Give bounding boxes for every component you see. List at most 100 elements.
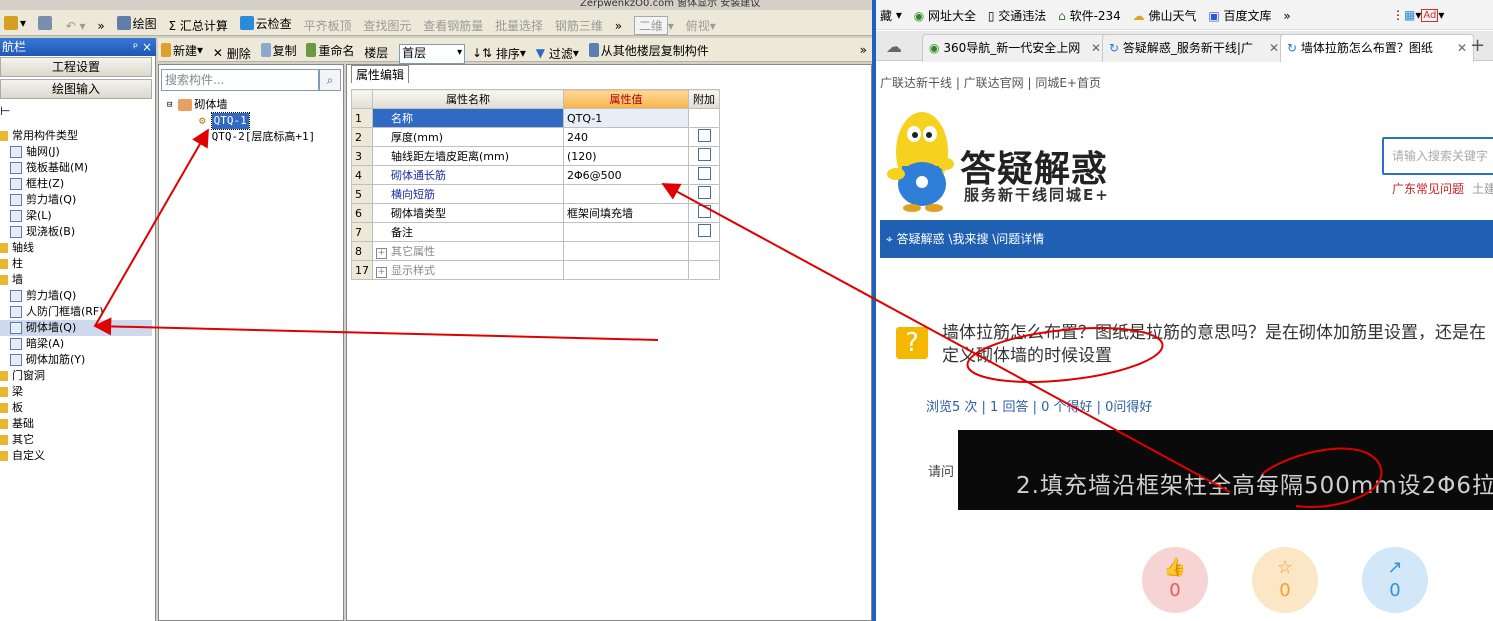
property-value[interactable]: 2Φ6@500 — [563, 165, 689, 185]
copy-from-floor-button[interactable]: 从其他楼层复制构件 — [586, 39, 712, 61]
nav-folder[interactable]: 板 — [0, 400, 152, 416]
extra-checkbox[interactable] — [697, 129, 711, 142]
bookmarks-overflow-icon[interactable]: » — [1279, 1, 1294, 31]
property-value[interactable]: 框架间填充墙 — [563, 203, 689, 223]
extra-checkbox[interactable] — [697, 205, 711, 218]
pin-close-icons[interactable]: ᵖ × — [133, 38, 152, 56]
site-search-input[interactable]: 请输入搜索关键字 — [1382, 137, 1493, 175]
filter-button[interactable]: ▼ 过滤 ▾ — [533, 42, 582, 64]
bookmark-item[interactable]: ▯ 交通违法 — [984, 1, 1050, 31]
property-row[interactable]: 17 + 显示样式 — [351, 260, 720, 280]
like-button[interactable]: 👍 0 — [1142, 547, 1208, 613]
site-sublinks[interactable]: 广联达新干线 | 广联达官网 | 同城E+首页 — [880, 74, 1101, 91]
view-rebar-button[interactable]: 查看钢筋量 — [419, 15, 487, 37]
tab-answers[interactable]: ↻ 答疑解惑_服务新干线|广 ✕ — [1102, 34, 1286, 62]
view-angle-select[interactable]: 俯视 ▾ — [682, 15, 720, 37]
sum-calc-button[interactable]: Σ 汇总计算 — [164, 15, 231, 37]
search-icon[interactable]: ⌕ — [319, 69, 341, 91]
property-row[interactable]: 2 厚度(mm) 240 — [351, 127, 720, 147]
toolbar-overflow-icon[interactable]: » — [93, 15, 108, 37]
nav-item[interactable]: 暗梁(A) — [0, 336, 152, 352]
property-row[interactable]: 8 + 其它属性 — [351, 241, 720, 261]
nav-folder[interactable]: 自定义 — [0, 448, 152, 464]
new-tab-icon[interactable]: + — [1470, 35, 1485, 56]
bookmark-item[interactable]: 藏 ▾ — [876, 0, 906, 30]
collapse-icon[interactable]: ⊢ — [0, 104, 10, 118]
sort-button[interactable]: ↓⇅ 排序 ▾ — [469, 42, 529, 64]
extra-checkbox[interactable] — [697, 224, 711, 237]
bookmark-item[interactable]: ⌂ 软件-234 — [1054, 1, 1125, 31]
draw-button[interactable]: 绘图 — [113, 12, 161, 34]
property-value[interactable] — [563, 222, 689, 242]
nav-item[interactable]: 轴网(J) — [0, 144, 152, 160]
rename-button[interactable]: 重命名 — [303, 39, 357, 61]
bookmark-item[interactable]: ◉ 网址大全 — [910, 1, 980, 31]
nav-item[interactable]: 剪力墙(Q) — [0, 192, 152, 208]
tab-property-edit[interactable]: 属性编辑 — [351, 65, 409, 83]
new-button[interactable]: 新建 ▾ — [158, 39, 206, 61]
tab-question-active[interactable]: ↻ 墙体拉筋怎么布置？图纸 ✕ — [1280, 34, 1474, 62]
property-value[interactable] — [563, 241, 689, 261]
collapse-box-icon[interactable]: ⊟ — [167, 97, 172, 113]
property-row[interactable]: 6 砌体墙类型 框架间填充墙 — [351, 203, 720, 223]
toolbar-overflow-icon-2[interactable]: » — [611, 15, 626, 37]
favorite-button[interactable]: ☆ 0 — [1252, 547, 1318, 613]
close-tab-icon[interactable]: ✕ — [1457, 35, 1467, 61]
property-row[interactable]: 7 备注 — [351, 222, 720, 242]
cloud-check-button[interactable]: 云检查 — [236, 12, 296, 34]
property-row[interactable]: 4 砌体通长筋 2Φ6@500 — [351, 165, 720, 185]
hot-questions[interactable]: 广东常见问题 土建 — [1392, 180, 1493, 197]
nav-item[interactable]: 人防门框墙(RF) — [0, 304, 152, 320]
delete-button[interactable]: ✕ 删除 — [210, 42, 254, 64]
property-value[interactable] — [563, 184, 689, 204]
nav-folder[interactable]: 基础 — [0, 416, 152, 432]
flat-top-button[interactable]: 平齐板顶 — [300, 15, 356, 37]
property-row[interactable]: 3 轴线距左墙皮距离(mm) (120) — [351, 146, 720, 166]
nav-folder[interactable]: 轴线 — [0, 240, 152, 256]
rebar-3d-button[interactable]: 钢筋三维 — [551, 15, 607, 37]
copy-button[interactable]: 复制 — [258, 39, 300, 61]
nav-item[interactable]: 砌体加筋(Y) — [0, 352, 152, 368]
nav-item[interactable]: 剪力墙(Q) — [0, 288, 152, 304]
floor-select[interactable]: 首层 — [399, 44, 466, 64]
component-item[interactable]: ⚙ QTQ-2[层底标高+1] — [167, 129, 343, 145]
save-icon[interactable] — [34, 12, 58, 34]
undo-icon[interactable]: ↶ ▾ — [62, 15, 90, 37]
expand-icon[interactable]: + — [376, 267, 387, 278]
midbar-overflow-icon[interactable]: » — [857, 39, 870, 61]
menu-icons[interactable]: ⋮ ▦ ▾ Ad ▾ — [1388, 0, 1448, 30]
extra-checkbox[interactable] — [697, 186, 711, 199]
share-button[interactable]: ↗ 0 — [1362, 547, 1428, 613]
cloud-icon[interactable]: ☁ — [886, 37, 902, 56]
property-value[interactable]: 240 — [563, 127, 689, 147]
extra-checkbox[interactable] — [697, 148, 711, 161]
tab-360-nav[interactable]: ◉ 360导航_新一代安全上网 ✕ — [922, 34, 1108, 62]
nav-folder[interactable]: 常用构件类型 — [0, 128, 152, 144]
nav-item[interactable]: 框柱(Z) — [0, 176, 152, 192]
nav-folder[interactable]: 门窗洞 — [0, 368, 152, 384]
nav-item[interactable]: 砌体墙(Q) — [0, 320, 152, 336]
find-element-button[interactable]: 查找图元 — [359, 15, 415, 37]
component-search-input[interactable]: 搜索构件... — [161, 69, 319, 91]
batch-select-button[interactable]: 批量选择 — [491, 15, 547, 37]
bookmark-item[interactable]: ▣ 百度文库 — [1204, 1, 1275, 31]
close-tab-icon[interactable]: ✕ — [1269, 35, 1279, 61]
property-row[interactable]: 1 名称 QTQ-1 — [351, 108, 720, 128]
tree-root-masonry-wall[interactable]: ⊟ 砌体墙 — [167, 97, 343, 113]
nav-item[interactable]: 筏板基础(M) — [0, 160, 152, 176]
component-item[interactable]: ⚙ QTQ-1 — [167, 112, 343, 130]
nav-folder[interactable]: 其它 — [0, 432, 152, 448]
property-row[interactable]: 5 横向短筋 — [351, 184, 720, 204]
nav-folder[interactable]: 梁 — [0, 384, 152, 400]
nav-item[interactable]: 梁(L) — [0, 208, 152, 224]
bookmark-item[interactable]: ☁ 佛山天气 — [1129, 1, 1201, 31]
extra-checkbox[interactable] — [697, 167, 711, 180]
nav-item[interactable]: 现浇板(B) — [0, 224, 152, 240]
close-tab-icon[interactable]: ✕ — [1091, 35, 1101, 61]
nav-folder[interactable]: 墙 — [0, 272, 152, 288]
expand-icon[interactable]: + — [376, 248, 387, 259]
nav-folder[interactable]: 柱 — [0, 256, 152, 272]
property-value[interactable] — [563, 260, 689, 280]
property-value[interactable]: (120) — [563, 146, 689, 166]
project-settings-button[interactable]: 工程设置 — [0, 57, 152, 77]
